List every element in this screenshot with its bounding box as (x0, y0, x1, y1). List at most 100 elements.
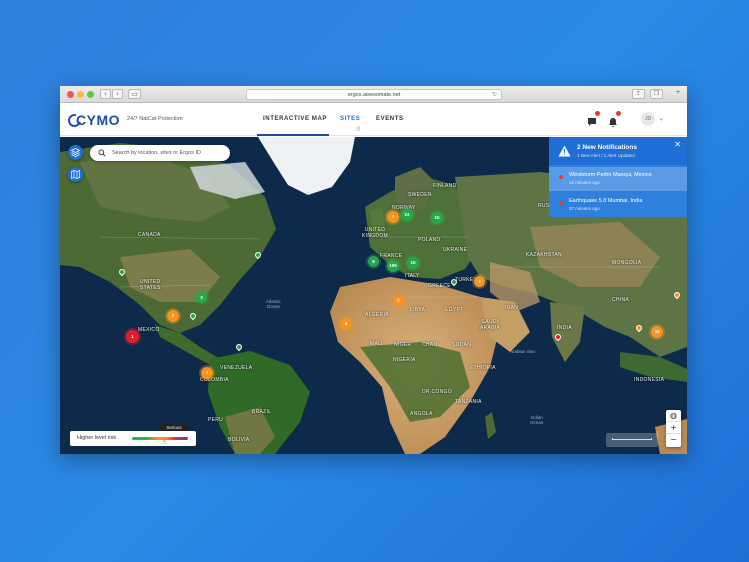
map-cluster-china[interactable]: 34 (651, 326, 663, 338)
label-united-kingdom: UNITED KINGDOM (362, 227, 388, 239)
map-view-button[interactable] (68, 167, 83, 182)
world-map[interactable]: CANADA UNITED STATES MEXICO VENEZUELA CO… (60, 137, 687, 454)
map-cluster-turkey[interactable]: 4 (474, 276, 485, 287)
label-niger: NIGER (394, 342, 412, 348)
browser-window: ‹ › ▭ ergos.awesomate.net ↻ ⇧ ❐ + CYMO 2… (60, 86, 687, 454)
map-cluster-germany[interactable]: 15 (407, 257, 419, 269)
risk-slider[interactable] (132, 437, 188, 440)
label-united-states: UNITED STATES (140, 279, 161, 291)
notification-time: 12 minutes ago (569, 180, 600, 185)
notification-item-windstorm[interactable]: Windstorm Pedro Maoqui, Mexico 12 minute… (549, 167, 687, 191)
label-dr-congo: DR CONGO (422, 389, 452, 395)
risk-legend-label: Higher level risk (77, 435, 117, 441)
new-tab-button[interactable]: + (672, 89, 684, 99)
layers-button[interactable] (68, 145, 83, 160)
risk-legend: Higher level risk ☝ (70, 431, 196, 446)
label-mexico: MEXICO (138, 327, 160, 333)
notifications-title: 2 New Notifications (577, 144, 637, 151)
label-poland: POLAND (418, 237, 441, 243)
url-text: ergos.awesomate.net (347, 92, 401, 98)
nav-events[interactable]: EVENTS (376, 116, 404, 122)
active-tab-indicator (257, 134, 329, 136)
label-saudi-arabia: SAUDI ARABIA (480, 319, 501, 331)
nav-sites[interactable]: SITES (340, 116, 360, 122)
map-cluster-us-east[interactable]: 3 (196, 292, 207, 303)
map-cluster-colombia[interactable]: 3 (201, 367, 213, 379)
notifications-header: 2 New Notifications 1 New Alert / 1 Aler… (549, 137, 687, 165)
warning-icon (558, 145, 571, 157)
tabs-icon[interactable]: ❐ (650, 89, 663, 99)
cursor-hand-icon: ☝ (162, 438, 167, 446)
label-egypt: EGYPT (445, 307, 464, 313)
browser-toolbar: ‹ › ▭ ergos.awesomate.net ↻ ⇧ ❐ + (60, 86, 687, 103)
label-ethiopia: ETHIOPIA (470, 365, 496, 371)
layers-icon (70, 148, 81, 157)
zoom-in-button[interactable]: + (666, 422, 681, 434)
map-cluster-west-africa[interactable]: 4 (340, 318, 352, 330)
label-nigeria: NIGERIA (393, 357, 416, 363)
label-algeria: ALGERIA (365, 312, 389, 318)
mouse-cursor-icon: ☝ (356, 125, 361, 133)
bell-badge (616, 111, 621, 116)
label-indian-ocean: Indian Ocean (530, 415, 544, 425)
map-cluster-mexico[interactable]: 1 (126, 330, 139, 343)
map-cluster-uk[interactable]: 2 (387, 211, 399, 223)
label-atlantic-ocean: Atlantic Ocean (266, 299, 281, 309)
map-icon (71, 169, 80, 180)
label-libya: LIBYA (410, 307, 426, 313)
label-brazil: BRAZIL (252, 409, 272, 415)
map-cluster-gulf[interactable]: 2 (167, 310, 179, 322)
notifications-subtitle: 1 New Alert / 1 Alert Updated (577, 153, 635, 158)
notification-title: Windstorm Pedro Maoqui, Mexico (569, 172, 652, 178)
notification-item-earthquake[interactable]: Earthquake 5.8 Mumbai, India 37 minutes … (549, 193, 687, 217)
map-cluster-baltic[interactable]: 15 (431, 212, 443, 224)
search-input[interactable] (112, 148, 222, 158)
minimize-window-button[interactable] (77, 91, 84, 98)
avatar[interactable]: JD (641, 112, 655, 126)
chat-icon[interactable] (587, 111, 600, 126)
cymo-logo[interactable]: CYMO (65, 111, 120, 129)
share-icon[interactable]: ⇧ (632, 89, 645, 99)
map-cluster-algeria[interactable]: 2 (393, 295, 404, 306)
label-angola: ANGOLA (410, 411, 433, 417)
bell-icon[interactable] (608, 111, 621, 127)
logo-text: CYMO (76, 112, 120, 128)
label-sudan: SUDAN (452, 342, 472, 348)
chat-badge (595, 111, 600, 116)
label-peru: PERU (208, 417, 224, 423)
map-scale-bar (606, 433, 658, 447)
label-indonesia: INDONESIA (634, 377, 665, 383)
globe-icon[interactable]: ◍ (666, 410, 681, 422)
back-button[interactable]: ‹ (100, 89, 111, 99)
map-cluster-france[interactable]: 106 (387, 260, 399, 272)
label-finland: FINLAND (433, 183, 457, 189)
app-header: CYMO 24/7 NatCat Protection INTERACTIVE … (60, 103, 687, 136)
label-india: INDIA (557, 325, 572, 331)
alert-dot-icon (559, 201, 563, 205)
label-chad: CHAD (422, 342, 438, 348)
sidebar-icon[interactable]: ▭ (128, 89, 141, 99)
label-venezuela: VENEZUELA (220, 365, 253, 371)
tagline: 24/7 NatCat Protection (127, 116, 183, 122)
notifications-panel: 2 New Notifications 1 New Alert / 1 Aler… (549, 137, 687, 217)
map-cluster-spain[interactable]: 9 (368, 256, 379, 267)
label-france: FRANCE (380, 253, 403, 259)
close-window-button[interactable] (67, 91, 74, 98)
notification-title: Earthquake 5.8 Mumbai, India (569, 198, 643, 204)
label-mongolia: MONGOLIA (612, 260, 642, 266)
address-bar[interactable]: ergos.awesomate.net ↻ (246, 89, 502, 100)
chevron-down-icon[interactable]: ▾ (660, 117, 663, 123)
label-mali: MALI (370, 341, 383, 347)
label-iran: IRAN (505, 305, 519, 311)
label-arabian-sea: Arabian Sea (510, 349, 535, 354)
forward-button[interactable]: › (112, 89, 123, 99)
label-italy: ITALY (405, 273, 420, 279)
zoom-window-button[interactable] (87, 91, 94, 98)
reload-icon[interactable]: ↻ (492, 90, 497, 100)
close-icon[interactable]: ✕ (674, 140, 681, 149)
map-cluster-denmark[interactable]: 24 (401, 209, 413, 221)
search-bar (90, 145, 230, 161)
nav-interactive-map[interactable]: INTERACTIVE MAP (263, 116, 327, 122)
zoom-out-button[interactable]: − (666, 434, 681, 446)
alert-dot-icon (559, 175, 563, 179)
